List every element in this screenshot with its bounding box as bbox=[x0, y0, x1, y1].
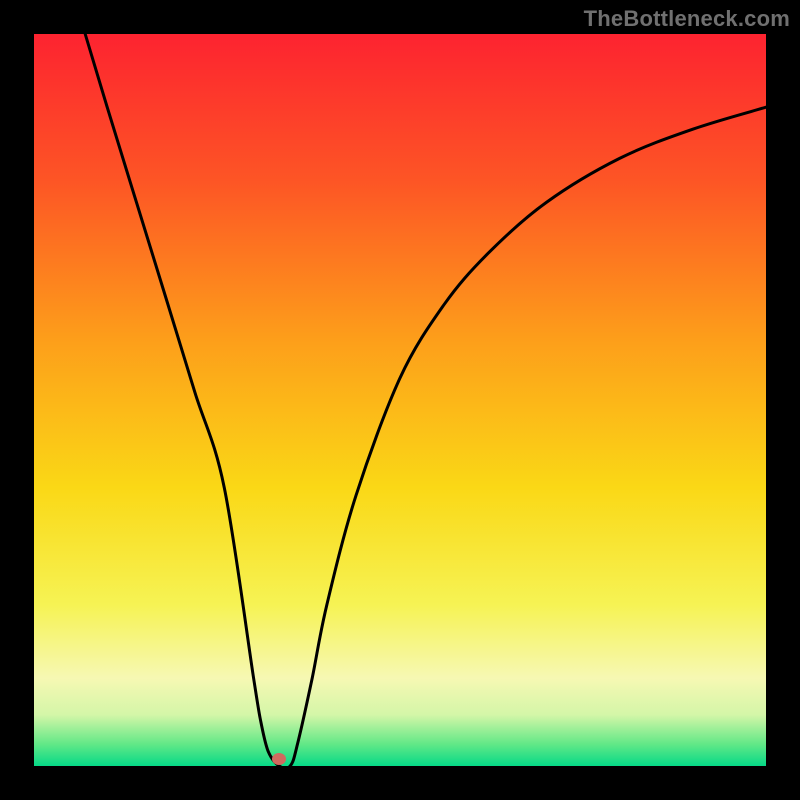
attribution-watermark: TheBottleneck.com bbox=[584, 6, 790, 32]
optimal-point-marker bbox=[272, 753, 286, 765]
outer-frame: TheBottleneck.com bbox=[0, 0, 800, 800]
bottleneck-curve bbox=[34, 34, 766, 766]
